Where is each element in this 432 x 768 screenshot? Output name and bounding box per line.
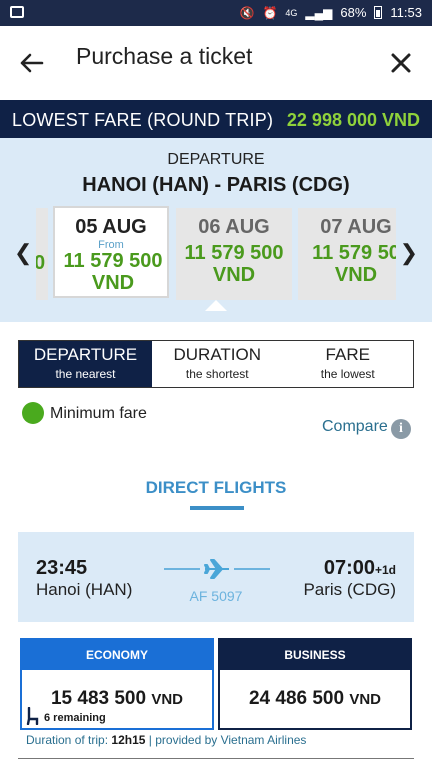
tab-sublabel: the nearest xyxy=(55,367,116,381)
seats-remaining: 6 remaining xyxy=(44,712,106,724)
route-line xyxy=(164,568,200,570)
back-arrow-icon[interactable] xyxy=(14,46,48,80)
departure-label: DEPARTURE xyxy=(167,151,265,168)
battery-percent: 68% xyxy=(340,5,367,20)
close-icon[interactable] xyxy=(384,46,418,80)
business-price: 24 486 500 VND xyxy=(248,688,382,709)
date-card-05-aug[interactable]: 05 AUG From 11 579 500 VND xyxy=(53,206,169,298)
economy-price: 15 483 500 VND xyxy=(50,688,184,709)
alarm-icon: ⏰ xyxy=(262,5,278,20)
gallery-notification-icon xyxy=(10,6,24,18)
date-card-date: 06 AUG xyxy=(198,216,270,238)
tab-label: DEPARTURE xyxy=(33,345,138,364)
trip-info: Duration of trip: 12h15 | provided by Vi… xyxy=(26,733,307,747)
network-type: 4G xyxy=(285,7,298,18)
clock: 11:53 xyxy=(390,5,422,20)
tab-label: DURATION xyxy=(173,345,261,364)
page-title: Purchase a ticket xyxy=(76,43,253,69)
route-title: HANOI (HAN) - PARIS (CDG) xyxy=(82,174,350,196)
departure-time: 23:45 xyxy=(36,557,88,579)
compare-link[interactable]: Compare xyxy=(322,418,388,436)
tab-sublabel: the shortest xyxy=(185,367,249,381)
status-bar: 🔇 ⏰ 4G ▂▄▆ 68% 11:53 xyxy=(0,0,432,26)
info-icon[interactable]: i xyxy=(391,419,411,439)
tab-sort-fare[interactable]: FARE the lowest xyxy=(283,341,414,387)
battery-icon xyxy=(374,6,383,19)
signal-icon: ▂▄▆ xyxy=(305,5,333,20)
section-title: DIRECT FLIGHTS xyxy=(145,478,287,497)
min-fare-label: Minimum fare xyxy=(50,405,147,422)
arrival-time: 07:00+1d xyxy=(323,557,396,579)
flight-card[interactable]: 23:45 Hanoi (HAN) 07:00+1d Paris (CDG) A… xyxy=(18,532,414,622)
partial-card-text: 0 xyxy=(36,252,46,274)
departure-date-selector: DEPARTURE HANOI (HAN) - PARIS (CDG) ❮ 0 … xyxy=(0,138,432,322)
route-line xyxy=(234,568,270,570)
sort-tabs: DEPARTURE the nearest DURATION the short… xyxy=(18,340,414,388)
prev-date-chevron-icon[interactable]: ❮ xyxy=(14,240,32,266)
date-card-price: 11 579 500 VND xyxy=(63,250,163,294)
tab-sublabel: the lowest xyxy=(320,367,375,381)
lowest-fare-label: LOWEST FARE (ROUND TRIP) xyxy=(12,110,274,130)
business-fare-option[interactable]: BUSINESS 24 486 500 VND xyxy=(218,638,412,730)
flight-number: AF 5097 xyxy=(189,588,243,604)
app-header: Purchase a ticket xyxy=(0,26,432,100)
date-card-partial[interactable]: 0 xyxy=(36,208,48,300)
tab-sort-departure[interactable]: DEPARTURE the nearest xyxy=(19,341,152,387)
economy-fare-option[interactable]: ECONOMY 15 483 500 VND 6 remaining xyxy=(20,638,214,730)
business-label: BUSINESS xyxy=(220,640,410,670)
divider xyxy=(18,758,414,759)
date-card-price: 11 579 500 VND xyxy=(184,242,284,286)
date-card-06-aug[interactable]: 06 AUG 11 579 500 VND xyxy=(176,208,292,300)
status-right: 🔇 ⏰ 4G ▂▄▆ 68% 11:53 xyxy=(240,5,423,20)
date-card-price: 11 579 50 VND xyxy=(312,242,396,286)
section-underline xyxy=(190,506,244,510)
tab-label: FARE xyxy=(325,345,370,364)
date-card-date: 05 AUG xyxy=(75,216,147,238)
min-fare-dot-icon xyxy=(22,402,44,424)
selected-date-pointer xyxy=(205,300,227,311)
lowest-fare-bar: LOWEST FARE (ROUND TRIP) 22 998 000 VND xyxy=(0,100,432,138)
date-card-07-aug[interactable]: 07 AUG 11 579 50 VND xyxy=(298,208,396,300)
mute-icon: 🔇 xyxy=(239,5,255,20)
economy-label: ECONOMY xyxy=(22,640,212,670)
lowest-fare-value: 22 998 000 VND xyxy=(286,110,420,130)
date-card-date: 07 AUG xyxy=(320,216,392,238)
seat-icon xyxy=(26,707,39,725)
next-date-chevron-icon[interactable]: ❯ xyxy=(400,240,418,266)
tab-sort-duration[interactable]: DURATION the shortest xyxy=(152,341,283,387)
plane-icon xyxy=(204,559,229,579)
